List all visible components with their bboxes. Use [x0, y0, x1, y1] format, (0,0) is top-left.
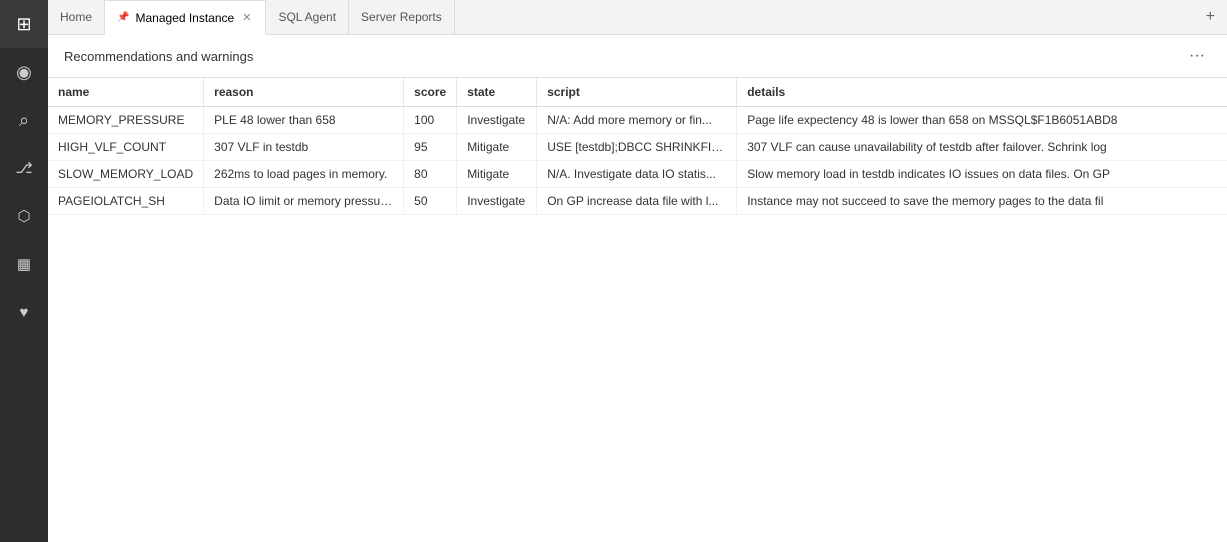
cell-script: On GP increase data file with l... [537, 188, 737, 215]
cell-reason: 262ms to load pages in memory. [204, 161, 404, 188]
cell-score: 100 [404, 107, 457, 134]
cell-score: 50 [404, 188, 457, 215]
cell-script: N/A: Add more memory or fin... [537, 107, 737, 134]
content-area: Recommendations and warnings ··· name re… [48, 35, 1227, 542]
tab-sql-agent-label: SQL Agent [278, 10, 336, 24]
cell-name: MEMORY_PRESSURE [48, 107, 204, 134]
recommendations-table-wrapper: name reason score state script details M… [48, 78, 1227, 542]
git-icon: ⎇ [15, 161, 32, 176]
tab-bar: Home 📌 Managed Instance ✕ SQL Agent Serv… [48, 0, 1227, 35]
tab-home-label: Home [60, 10, 92, 24]
cell-name: PAGEIOLATCH_SH [48, 188, 204, 215]
table-row[interactable]: PAGEIOLATCH_SHData IO limit or memory pr… [48, 188, 1227, 215]
servers-icon: ⬡ [17, 209, 30, 224]
dashboard-icon: ▦ [17, 257, 31, 272]
section-header: Recommendations and warnings ··· [48, 35, 1227, 78]
tab-sql-agent[interactable]: SQL Agent [266, 0, 349, 35]
col-header-state: state [457, 78, 537, 107]
cell-reason: Data IO limit or memory pressure. [204, 188, 404, 215]
cell-details: Instance may not succeed to save the mem… [737, 188, 1227, 215]
tab-server-reports-label: Server Reports [361, 10, 442, 24]
sidebar-item-monitor[interactable]: ♥ [0, 288, 48, 336]
col-header-script: script [537, 78, 737, 107]
home-icon: ⊞ [16, 15, 31, 33]
cell-details: Page life expectency 48 is lower than 65… [737, 107, 1227, 134]
cell-details: Slow memory load in testdb indicates IO … [737, 161, 1227, 188]
col-header-name: name [48, 78, 204, 107]
col-header-details: details [737, 78, 1227, 107]
col-header-score: score [404, 78, 457, 107]
table-row[interactable]: MEMORY_PRESSUREPLE 48 lower than 658100I… [48, 107, 1227, 134]
table-row[interactable]: HIGH_VLF_COUNT307 VLF in testdb95Mitigat… [48, 134, 1227, 161]
section-title: Recommendations and warnings [64, 49, 253, 64]
cell-details: 307 VLF can cause unavailability of test… [737, 134, 1227, 161]
table-body: MEMORY_PRESSUREPLE 48 lower than 658100I… [48, 107, 1227, 215]
cell-state: Mitigate [457, 161, 537, 188]
cell-state: Investigate [457, 188, 537, 215]
cell-reason: 307 VLF in testdb [204, 134, 404, 161]
sidebar-item-search[interactable]: ⌕ [0, 96, 48, 144]
tab-server-reports[interactable]: Server Reports [349, 0, 455, 35]
main-area: Home 📌 Managed Instance ✕ SQL Agent Serv… [48, 0, 1227, 542]
col-header-reason: reason [204, 78, 404, 107]
cell-name: HIGH_VLF_COUNT [48, 134, 204, 161]
cell-script: N/A. Investigate data IO statis... [537, 161, 737, 188]
connections-icon: ◉ [16, 63, 32, 81]
cell-score: 95 [404, 134, 457, 161]
cell-reason: PLE 48 lower than 658 [204, 107, 404, 134]
recommendations-table: name reason score state script details M… [48, 78, 1227, 215]
activity-bar: ⊞ ◉ ⌕ ⎇ ⬡ ▦ ♥ [0, 0, 48, 542]
sidebar-item-dashboard[interactable]: ▦ [0, 240, 48, 288]
cell-score: 80 [404, 161, 457, 188]
tab-managed-instance[interactable]: 📌 Managed Instance ✕ [105, 0, 266, 35]
add-tab-button[interactable]: + [1194, 0, 1227, 35]
tab-managed-instance-label: Managed Instance [135, 11, 234, 25]
monitor-icon: ♥ [20, 305, 29, 320]
cell-state: Investigate [457, 107, 537, 134]
tab-home[interactable]: Home [48, 0, 105, 35]
sidebar-item-home[interactable]: ⊞ [0, 0, 48, 48]
pin-icon: 📌 [117, 12, 129, 23]
more-button[interactable]: ··· [1183, 45, 1211, 67]
sidebar-item-servers[interactable]: ⬡ [0, 192, 48, 240]
table-header: name reason score state script details [48, 78, 1227, 107]
sidebar-item-connections[interactable]: ◉ [0, 48, 48, 96]
sidebar-item-git[interactable]: ⎇ [0, 144, 48, 192]
table-row[interactable]: SLOW_MEMORY_LOAD262ms to load pages in m… [48, 161, 1227, 188]
tab-managed-instance-close[interactable]: ✕ [240, 10, 253, 25]
cell-state: Mitigate [457, 134, 537, 161]
search-icon: ⌕ [19, 111, 29, 129]
cell-script: USE [testdb];DBCC SHRINKFIL... [537, 134, 737, 161]
cell-name: SLOW_MEMORY_LOAD [48, 161, 204, 188]
